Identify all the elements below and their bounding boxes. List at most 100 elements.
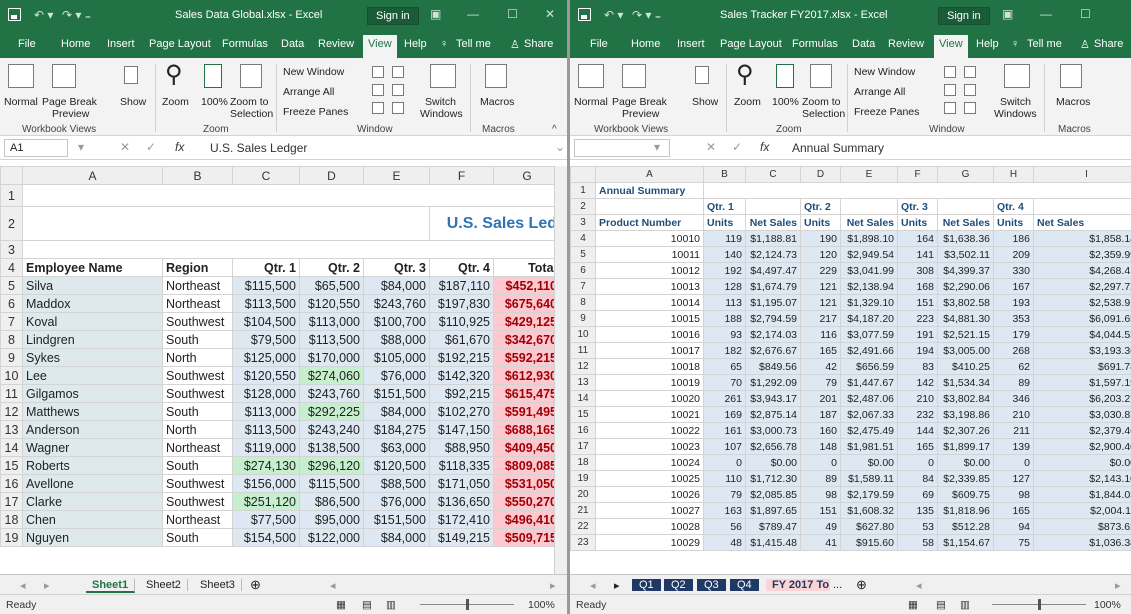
table-cell[interactable]: 121 <box>800 278 841 295</box>
table-cell[interactable]: 232 <box>897 406 938 423</box>
table-cell[interactable]: 193 <box>993 294 1034 311</box>
table-cell[interactable]: Roberts <box>22 456 163 475</box>
table-cell[interactable]: $2,138.94 <box>840 278 898 295</box>
table-cell[interactable]: $122,000 <box>299 528 364 547</box>
sheet-tab[interactable]: Q1 <box>632 579 661 591</box>
col-header[interactable]: D <box>800 166 841 183</box>
table-cell[interactable]: $2,538.91 <box>1033 294 1131 311</box>
table-cell[interactable]: $88,500 <box>363 474 430 493</box>
row-header[interactable]: 1 <box>570 182 596 199</box>
header-cell[interactable]: Net Sales <box>1033 214 1131 231</box>
table-cell[interactable]: $4,399.37 <box>937 262 994 279</box>
table-cell[interactable]: Northeast <box>162 294 233 313</box>
prev-sheet-icon[interactable]: ◂ <box>590 579 596 592</box>
table-cell[interactable]: $873.62 <box>1033 518 1131 535</box>
hide-icon[interactable] <box>372 84 384 96</box>
table-cell[interactable]: $2,491.66 <box>840 342 898 359</box>
table-cell[interactable]: $2,900.40 <box>1033 438 1131 455</box>
row-header[interactable]: 3 <box>0 240 23 259</box>
table-cell[interactable]: $84,000 <box>363 402 430 421</box>
share-icon[interactable]: ♙ <box>510 38 520 51</box>
more-sheets-icon[interactable]: ... <box>833 579 842 591</box>
table-cell[interactable]: 0 <box>703 454 746 471</box>
table-cell[interactable]: 70 <box>703 374 746 391</box>
table-cell[interactable]: 69 <box>897 486 938 503</box>
row-header[interactable]: 7 <box>570 278 596 295</box>
row-header[interactable]: 14 <box>0 438 23 457</box>
table-cell[interactable]: $154,500 <box>232 528 300 547</box>
row-header[interactable]: 8 <box>0 330 23 349</box>
table-cell[interactable]: $115,500 <box>299 474 364 493</box>
table-cell[interactable]: $1,981.51 <box>840 438 898 455</box>
save-icon[interactable] <box>578 8 591 21</box>
table-cell[interactable]: $0.00 <box>840 454 898 471</box>
table-cell[interactable]: 113 <box>703 294 746 311</box>
table-cell[interactable]: $1,897.65 <box>745 502 801 519</box>
table-cell[interactable]: Northeast <box>162 510 233 529</box>
table-cell[interactable]: 75 <box>993 534 1034 551</box>
page-layout-status-icon[interactable]: ▤ <box>936 599 946 611</box>
table-cell[interactable]: $1,154.67 <box>937 534 994 551</box>
table-cell[interactable]: $197,830 <box>429 294 494 313</box>
zoom-level[interactable]: 100% <box>528 599 555 611</box>
table-cell[interactable]: $105,000 <box>363 348 430 367</box>
table-cell[interactable]: 261 <box>703 390 746 407</box>
table-cell[interactable]: $612,930 <box>493 366 554 385</box>
row-header[interactable]: 4 <box>570 230 596 247</box>
enter-icon[interactable]: ✓ <box>146 140 156 154</box>
row-header[interactable]: 17 <box>570 438 596 455</box>
table-cell[interactable]: 223 <box>897 310 938 327</box>
normal-view-status-icon[interactable]: ▦ <box>908 599 918 611</box>
table-cell[interactable]: $192,215 <box>429 348 494 367</box>
table-cell[interactable]: $88,000 <box>363 330 430 349</box>
table-cell[interactable]: $1,712.30 <box>745 470 801 487</box>
col-header[interactable]: I <box>1033 166 1131 183</box>
table-cell[interactable]: $125,000 <box>232 348 300 367</box>
table-cell[interactable]: $110,925 <box>429 312 494 331</box>
new-window-button[interactable]: New Window <box>283 66 344 78</box>
table-cell[interactable]: $512.28 <box>937 518 994 535</box>
table-cell[interactable]: $115,500 <box>232 276 300 295</box>
table-cell[interactable]: $2,521.15 <box>937 326 994 343</box>
row-header[interactable]: 5 <box>0 276 23 295</box>
table-cell[interactable]: 79 <box>800 374 841 391</box>
row-header[interactable]: 8 <box>570 294 596 311</box>
table-cell[interactable]: Lindgren <box>22 330 163 349</box>
zoom-to-selection-button[interactable]: Zoom to <box>802 96 841 108</box>
table-cell[interactable]: 140 <box>703 246 746 263</box>
table-cell[interactable]: 98 <box>993 486 1034 503</box>
tab-page-layout[interactable]: Page Layout <box>720 38 782 50</box>
table-cell[interactable]: $79,500 <box>232 330 300 349</box>
header-cell[interactable]: Qtr. 2 <box>299 258 364 277</box>
row-header[interactable]: 14 <box>570 390 596 407</box>
tab-formulas[interactable]: Formulas <box>222 38 268 50</box>
table-cell[interactable]: $0.00 <box>937 454 994 471</box>
zoom-slider-thumb[interactable] <box>1038 599 1041 610</box>
table-cell[interactable]: $1,597.19 <box>1033 374 1131 391</box>
table-cell[interactable]: $100,700 <box>363 312 430 331</box>
table-cell[interactable]: $113,000 <box>232 402 300 421</box>
table-cell[interactable]: 53 <box>897 518 938 535</box>
split-icon[interactable] <box>372 66 384 78</box>
table-cell[interactable]: 209 <box>993 246 1034 263</box>
table-cell[interactable]: Avellone <box>22 474 163 493</box>
table-cell[interactable]: $3,077.59 <box>840 326 898 343</box>
col-header[interactable]: G <box>937 166 994 183</box>
table-cell[interactable]: $3,005.00 <box>937 342 994 359</box>
table-cell[interactable]: $113,000 <box>299 312 364 331</box>
col-header[interactable]: H <box>993 166 1034 183</box>
redo-icon[interactable]: ↷ ▾ ₌ <box>62 8 91 22</box>
name-box-dropdown-icon[interactable]: ▾ <box>654 140 660 154</box>
split-icon[interactable] <box>944 66 956 78</box>
table-cell[interactable]: $243,760 <box>363 294 430 313</box>
table-cell[interactable]: Southwest <box>162 384 233 403</box>
table-cell[interactable]: 151 <box>800 502 841 519</box>
table-cell[interactable]: $2,174.03 <box>745 326 801 343</box>
header-cell[interactable]: Units <box>993 214 1034 231</box>
table-cell[interactable]: 10015 <box>595 310 704 327</box>
expand-formula-icon[interactable]: ⌄ <box>555 140 565 154</box>
row-header[interactable]: 15 <box>0 456 23 475</box>
table-cell[interactable]: $2,339.85 <box>937 470 994 487</box>
table-cell[interactable]: $113,500 <box>299 330 364 349</box>
table-cell[interactable]: 0 <box>993 454 1034 471</box>
